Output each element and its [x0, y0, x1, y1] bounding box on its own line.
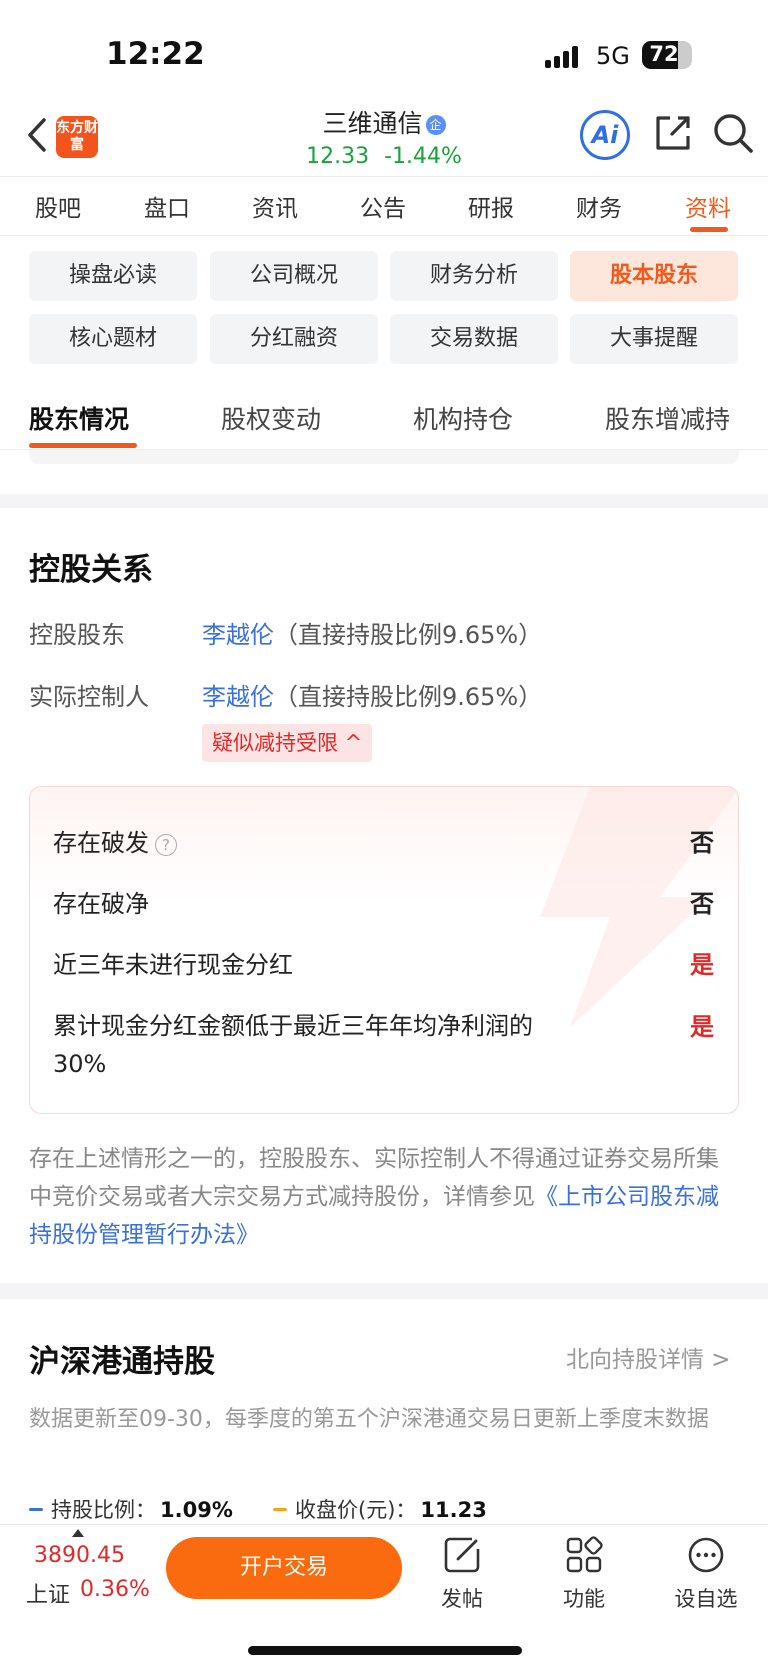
app-logo[interactable]: 东方财富	[56, 116, 98, 158]
bottom-bar: 3890.45 上证 0.36% 开户交易 发帖 功能 设自选	[0, 1524, 768, 1669]
search-icon[interactable]	[712, 112, 754, 154]
chip-dividends-financing[interactable]: 分红融资	[210, 314, 378, 364]
risk-label-low-dividend-line2: 30%	[53, 1050, 107, 1078]
legend-holding-ratio: 持股比例： 1.09%	[29, 1494, 233, 1524]
index-name[interactable]: 上证	[26, 1577, 70, 1609]
tab-news[interactable]: 资讯	[235, 189, 315, 223]
risk-label-low-dividend: 累计现金分红金额低于最近三年年均净利润的 30%	[53, 1007, 533, 1083]
more-icon	[688, 1537, 724, 1573]
control-section-title: 控股关系	[29, 552, 153, 588]
controlling-shareholder-value: 李越伦（直接持股比例9.65%）	[202, 615, 542, 650]
actual-controller-detail: （直接持股比例9.65%）	[274, 683, 543, 711]
main-tabs: 股吧 盘口 资讯 公告 研报 财务 资料	[0, 176, 768, 236]
tab-profile[interactable]: 资料	[668, 189, 748, 223]
section-divider	[0, 494, 768, 508]
chip-trading-data[interactable]: 交易数据	[390, 314, 558, 364]
tab-research[interactable]: 研报	[451, 189, 531, 223]
logo-text: 东方财富	[56, 120, 98, 153]
status-bar: 12:22 5G 72	[0, 0, 768, 110]
legend-holding-value: 1.09%	[160, 1498, 233, 1522]
caret-up-icon	[72, 1529, 84, 1537]
ai-assistant-button[interactable]: Ai	[580, 110, 630, 160]
hk-connect-title: 沪深港通持股	[29, 1344, 215, 1380]
index-change[interactable]: 0.36%	[80, 1577, 150, 1602]
tab-finance[interactable]: 财务	[559, 189, 639, 223]
legend-swatch-holding	[29, 1508, 43, 1511]
edit-icon	[444, 1537, 480, 1573]
home-indicator	[248, 1646, 522, 1655]
previous-card-edge	[29, 450, 739, 464]
chip-financial-analysis[interactable]: 财务分析	[390, 251, 558, 301]
reduction-restricted-toggle[interactable]: 疑似减持受限 ^	[202, 724, 373, 762]
risk-label-low-dividend-line1: 累计现金分红金额低于最近三年年均净利润的	[53, 1012, 533, 1040]
network-label: 5G	[596, 42, 630, 70]
actual-controller-value: 李越伦（直接持股比例9.65%）	[202, 677, 542, 712]
chip-shareholders[interactable]: 股本股东	[570, 251, 738, 301]
legend-swatch-price	[273, 1508, 287, 1511]
controlling-shareholder-label: 控股股东	[29, 621, 125, 649]
northbound-details-link[interactable]: 北向持股详情 >	[566, 1340, 731, 1374]
risk-label-break-issue: 存在破发?	[53, 823, 177, 858]
risk-value-no-dividend: 是	[690, 951, 714, 979]
chip-trading-guide[interactable]: 操盘必读	[29, 251, 197, 301]
nav-functions-label: 功能	[563, 1587, 605, 1611]
share-icon[interactable]	[652, 112, 694, 154]
risk-label-no-dividend: 近三年未进行现金分红	[53, 951, 293, 979]
chip-major-events[interactable]: 大事提醒	[570, 314, 738, 364]
battery-level: 72	[649, 42, 679, 66]
reduction-risk-panel: 存在破发? 否 存在破净 否 近三年未进行现金分红 是 累计现金分红金额低于最近…	[29, 786, 739, 1114]
nav-watchlist[interactable]: 设自选	[661, 1535, 751, 1613]
subtab-holding-changes[interactable]: 股东增减持	[605, 400, 730, 436]
tab-pankou[interactable]: 盘口	[127, 189, 207, 223]
controlling-shareholder-link[interactable]: 李越伦	[202, 621, 274, 649]
nav-watchlist-label: 设自选	[674, 1587, 738, 1611]
stock-price: 12.33	[306, 144, 370, 169]
actual-controller-link[interactable]: 李越伦	[202, 683, 274, 711]
stock-change: -1.44%	[384, 144, 462, 169]
open-account-button[interactable]: 开户交易	[166, 1537, 402, 1599]
help-icon[interactable]: ?	[155, 834, 177, 856]
hk-connect-data-note: 数据更新至09-30，每季度的第五个沪深港通交易日更新上季度末数据	[29, 1407, 709, 1432]
tab-announcements[interactable]: 公告	[343, 189, 423, 223]
grid-icon	[566, 1536, 603, 1573]
risk-label-text: 存在破发	[53, 829, 149, 857]
stock-title: 三维通信企 12.33 -1.44%	[250, 104, 518, 169]
nav-post-label: 发帖	[441, 1587, 483, 1611]
actual-controller-label: 实际控制人	[29, 683, 149, 711]
status-time: 12:22	[106, 36, 205, 72]
index-value[interactable]: 3890.45	[34, 1543, 125, 1568]
subtab-institutional-holdings[interactable]: 机构持仓	[413, 400, 513, 436]
active-tab-indicator	[690, 227, 728, 232]
risk-value-break-net: 否	[690, 890, 714, 918]
chip-core-themes[interactable]: 核心题材	[29, 314, 197, 364]
tab-guba[interactable]: 股吧	[18, 189, 98, 223]
nav-functions[interactable]: 功能	[539, 1535, 629, 1613]
battery-icon: 72	[642, 41, 692, 69]
reduction-rule-note: 存在上述情形之一的，控股股东、实际控制人不得通过证券交易所集中竞价交易或者大宗交…	[29, 1140, 739, 1254]
nav-post[interactable]: 发帖	[417, 1535, 507, 1613]
legend-holding-label: 持股比例：	[51, 1498, 156, 1522]
stock-header: 东方财富 三维通信企 12.33 -1.44% Ai	[0, 98, 768, 176]
risk-label-break-net: 存在破净	[53, 890, 149, 918]
controlling-shareholder-detail: （直接持股比例9.65%）	[274, 621, 543, 649]
back-icon[interactable]	[24, 116, 50, 154]
enterprise-badge: 企	[425, 115, 446, 135]
subtab-equity-changes[interactable]: 股权变动	[221, 400, 321, 436]
legend-price-label: 收盘价(元)：	[295, 1498, 417, 1522]
stock-quote: 12.33 -1.44%	[250, 144, 518, 169]
active-subtab-indicator	[29, 443, 137, 448]
stock-name: 三维通信	[322, 109, 423, 138]
risk-value-break-issue: 否	[690, 829, 714, 857]
risk-value-low-dividend: 是	[690, 1013, 714, 1041]
subtab-shareholders[interactable]: 股东情况	[29, 400, 129, 436]
legend-price-value: 11.23	[420, 1498, 487, 1522]
section-divider-2	[0, 1283, 768, 1299]
chip-company-overview[interactable]: 公司概况	[210, 251, 378, 301]
sub-tabs: 股东情况 股权变动 机构持仓 股东增减持	[0, 392, 768, 450]
signal-icon	[545, 44, 585, 68]
legend-close-price: 收盘价(元)： 11.23	[273, 1494, 487, 1524]
